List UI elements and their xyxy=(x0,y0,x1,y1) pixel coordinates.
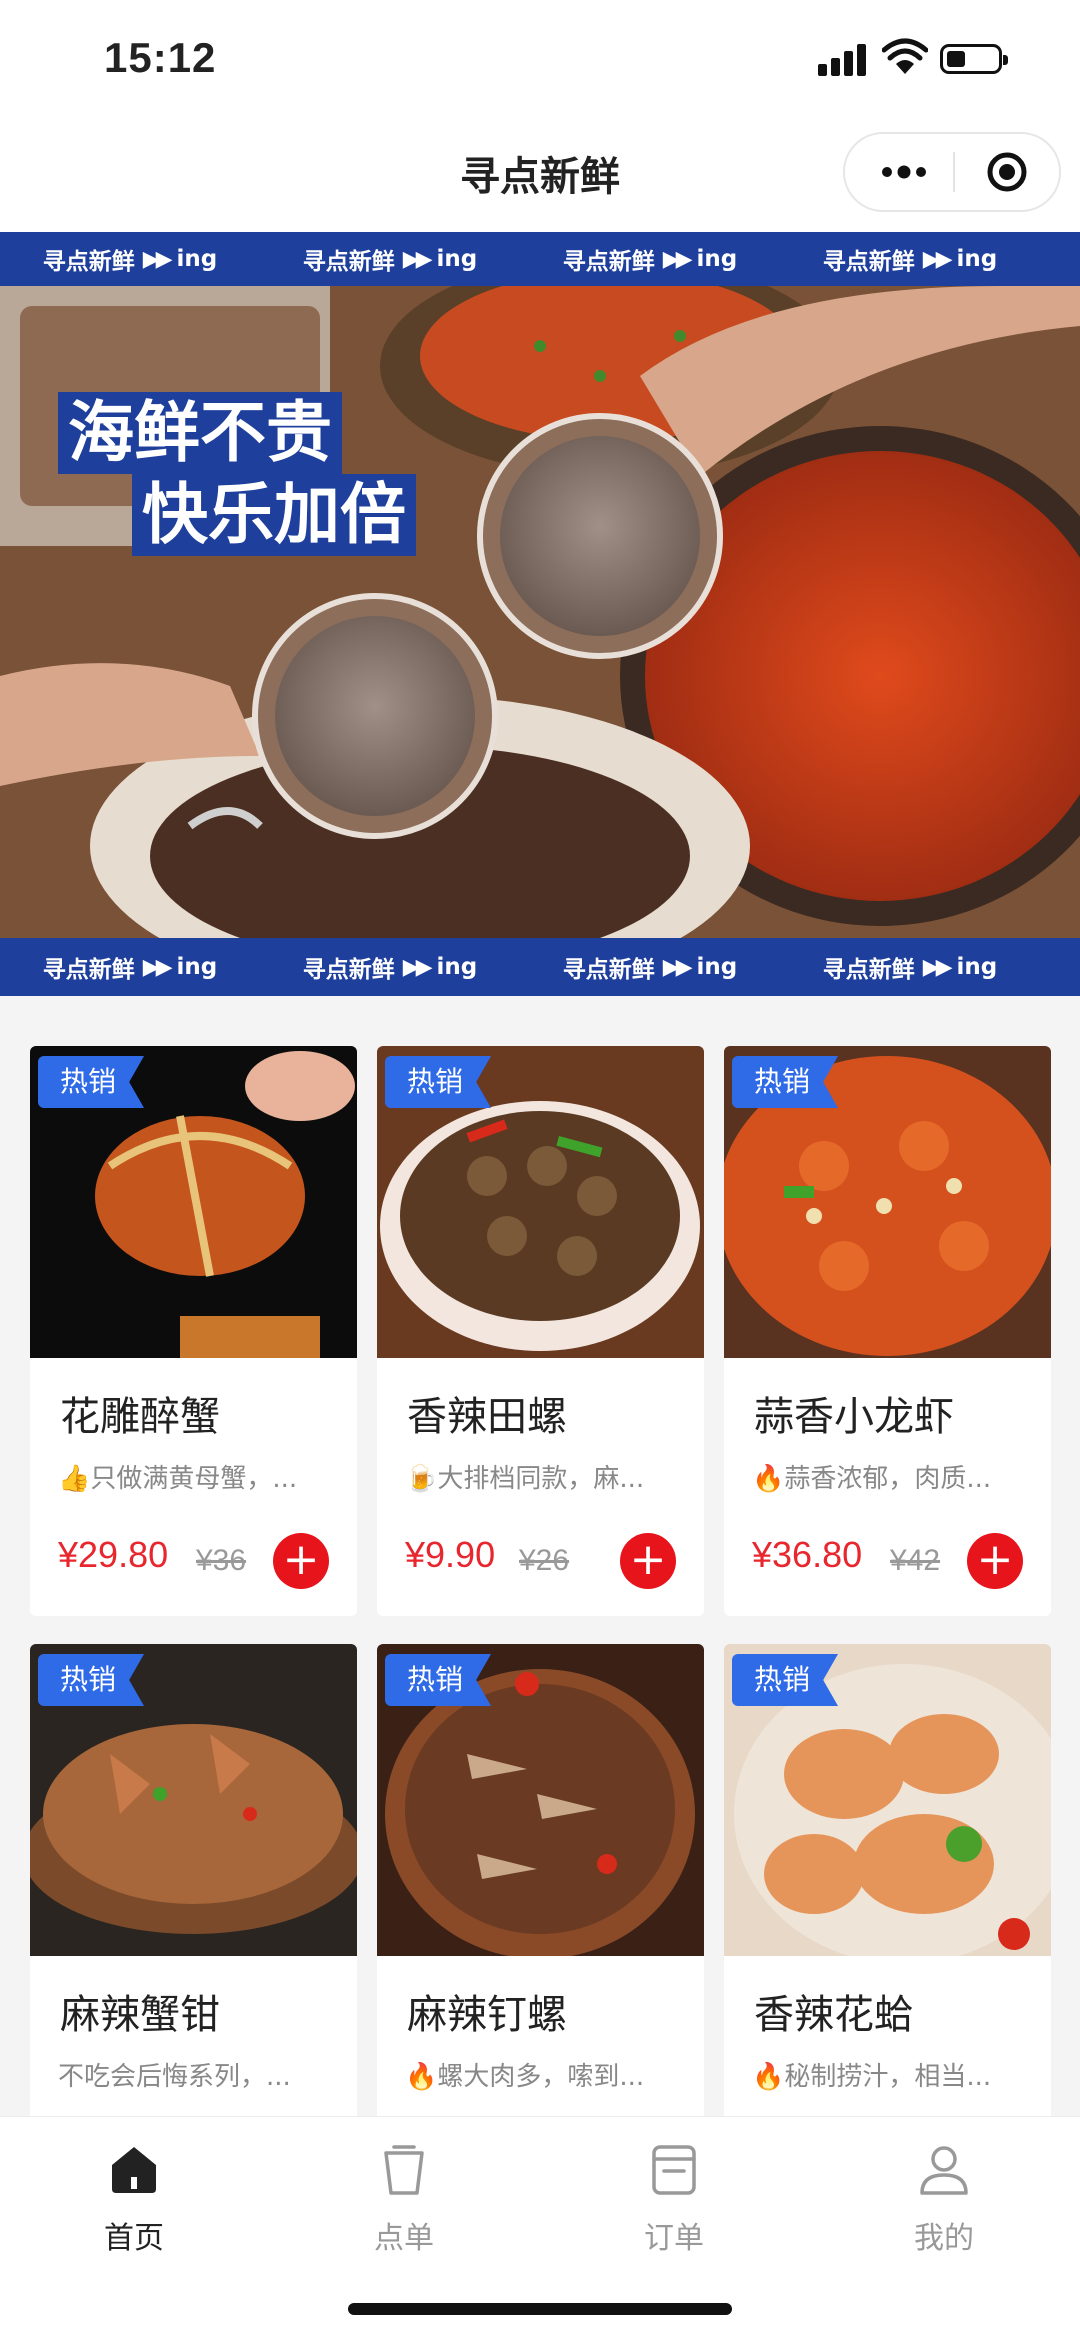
banner-ticker-top: 寻点新鲜 ▶▶ ing 寻点新鲜 ▶▶ ing 寻点新鲜 ▶▶ ing 寻点新鲜 ▶▶ ing xyxy=(0,232,1080,286)
product-card[interactable]: 热销 香辣田螺 🍺大排档同款，麻... ¥9.90 ¥26 + xyxy=(377,1046,704,1616)
hot-sale-tag: 热销 xyxy=(385,1056,492,1108)
close-target-icon[interactable] xyxy=(986,151,1028,193)
order-icon xyxy=(652,2145,696,2195)
product-desc: 🍺大排档同款，麻... xyxy=(405,1464,645,1494)
ticker-item: 寻点新鲜 ▶▶ ing xyxy=(302,246,478,275)
banner-slogan-line2: 快乐加倍 xyxy=(132,474,416,556)
beer-toast-illustration xyxy=(0,286,1080,938)
ticker-item: 寻点新鲜 ▶▶ ing xyxy=(42,954,218,983)
battery-icon xyxy=(940,44,1008,74)
product-card[interactable]: 热销 花雕醉蟹 👍只做满黄母蟹，... ¥29.80 ¥36 + xyxy=(30,1046,357,1616)
product-original-price: ¥42 xyxy=(890,1544,941,1577)
tab-label: 我的 xyxy=(914,2221,974,2256)
product-name: 花雕醉蟹 xyxy=(60,1394,220,1440)
ticker-item: 寻点新鲜 ▶▶ ing xyxy=(562,246,738,275)
cup-icon xyxy=(384,2145,424,2195)
wifi-icon xyxy=(882,38,928,74)
product-original-price: ¥26 xyxy=(519,1544,570,1577)
product-name: 香辣花蛤 xyxy=(754,1992,914,2038)
mini-program-capsule xyxy=(843,132,1061,212)
hot-sale-tag: 热销 xyxy=(732,1056,839,1108)
banner-slogan-line1: 海鲜不贵 xyxy=(58,392,342,474)
ticker-item: 寻点新鲜 ▶▶ ing xyxy=(822,954,998,983)
tab-label: 订单 xyxy=(644,2221,704,2256)
ticker-item: 寻点新鲜 ▶▶ ing xyxy=(562,954,738,983)
add-to-cart-button[interactable]: + xyxy=(273,1533,329,1589)
user-icon xyxy=(920,2146,968,2195)
status-bar: 15:12 xyxy=(0,0,1080,118)
product-price: ¥9.90 xyxy=(405,1534,496,1575)
product-desc: 🔥螺大肉多，嗦到... xyxy=(405,2062,645,2092)
product-desc: 🔥蒜香浓郁，肉质... xyxy=(752,1464,992,1494)
add-to-cart-button[interactable]: + xyxy=(620,1533,676,1589)
tab-order-menu[interactable]: 点单 xyxy=(304,2139,504,2257)
nav-bar: 寻点新鲜 xyxy=(0,118,1080,232)
add-to-cart-button[interactable]: + xyxy=(967,1533,1023,1589)
promo-banner[interactable]: 寻点新鲜 ▶▶ ing 寻点新鲜 ▶▶ ing 寻点新鲜 ▶▶ ing 寻点新鲜 ▶▶ ing xyxy=(0,232,1080,996)
tab-label: 点单 xyxy=(374,2221,434,2256)
product-price: ¥36.80 xyxy=(752,1534,863,1575)
hot-sale-tag: 热销 xyxy=(38,1056,145,1108)
ticker-item: 寻点新鲜 ▶▶ ing xyxy=(302,954,478,983)
product-name: 蒜香小龙虾 xyxy=(754,1394,954,1440)
product-name: 麻辣蟹钳 xyxy=(60,1992,220,2038)
product-name: 麻辣钉螺 xyxy=(407,1992,567,2038)
tab-label: 首页 xyxy=(104,2221,164,2256)
status-time: 15:12 xyxy=(104,34,217,81)
hot-sale-tag: 热销 xyxy=(732,1654,839,1706)
hot-sale-tag: 热销 xyxy=(385,1654,492,1706)
more-icon[interactable] xyxy=(879,160,929,184)
product-original-price: ¥36 xyxy=(196,1544,247,1577)
product-card[interactable]: 热销 蒜香小龙虾 🔥蒜香浓郁，肉质... ¥36.80 ¥42 + xyxy=(724,1046,1051,1616)
tab-orders[interactable]: 订单 xyxy=(574,2139,774,2257)
capsule-divider xyxy=(953,152,955,192)
cellular-signal-icon xyxy=(818,42,870,76)
ticker-item: 寻点新鲜 ▶▶ ing xyxy=(42,246,218,275)
product-price: ¥29.80 xyxy=(58,1534,169,1575)
tab-profile[interactable]: 我的 xyxy=(844,2139,1044,2257)
home-indicator xyxy=(348,2303,732,2315)
tab-home[interactable]: 首页 xyxy=(34,2139,234,2257)
banner-ticker-bottom: 寻点新鲜 ▶▶ ing 寻点新鲜 ▶▶ ing 寻点新鲜 ▶▶ ing 寻点新鲜 ▶▶ ing xyxy=(0,938,1080,996)
product-desc: 🔥秘制捞汁，相当... xyxy=(752,2062,992,2092)
hot-sale-tag: 热销 xyxy=(38,1654,145,1706)
product-desc: 👍只做满黄母蟹，... xyxy=(58,1464,298,1494)
product-desc: 不吃会后悔系列，... xyxy=(58,2062,291,2092)
product-name: 香辣田螺 xyxy=(407,1394,567,1440)
home-icon xyxy=(112,2147,156,2193)
ticker-item: 寻点新鲜 ▶▶ ing xyxy=(822,246,998,275)
banner-photo: 海鲜不贵 快乐加倍 xyxy=(0,286,1080,938)
